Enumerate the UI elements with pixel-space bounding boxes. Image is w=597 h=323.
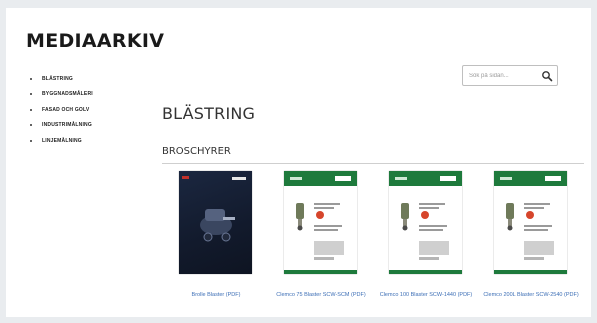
search-input[interactable] — [469, 69, 537, 82]
text-line — [524, 229, 548, 231]
bullet-icon — [30, 108, 32, 111]
badge-icon — [421, 211, 429, 219]
text-line — [419, 225, 447, 227]
blaster-machine-icon — [200, 209, 235, 242]
sidebar-item-industrimalning[interactable]: INDUSTRIMÅLNING — [30, 118, 93, 134]
text-line — [524, 207, 544, 209]
bullet-icon — [30, 124, 32, 127]
bullet-icon — [30, 77, 32, 80]
sidebar-item-label: BYGGNADSMÅLERI — [42, 91, 93, 98]
brochure-link-3[interactable]: Clemco 100 Blaster SCW-1440 (PDF) — [376, 290, 476, 300]
badge-icon — [526, 211, 534, 219]
logo-mark-icon — [232, 177, 246, 180]
brochure-thumbnail-1[interactable] — [179, 171, 252, 274]
sidebar-item-blastring[interactable]: BLÄSTRING — [30, 71, 93, 87]
sidebar-item-byggnadsmaleri[interactable]: BYGGNADSMÅLERI — [30, 87, 93, 103]
text-line — [524, 203, 550, 205]
search-box — [462, 65, 558, 86]
product-image-icon — [506, 203, 514, 231]
spec-footer — [314, 257, 334, 260]
spec-table — [419, 241, 449, 255]
brand-tag-icon — [182, 176, 189, 179]
badge-icon — [316, 211, 324, 219]
text-line — [314, 207, 334, 209]
brochure-header-band — [494, 171, 567, 186]
bullet-icon — [30, 139, 32, 142]
sidebar-item-linjemalning[interactable]: LINJEMÅLNING — [30, 133, 93, 149]
spec-footer — [419, 257, 439, 260]
bullet-icon — [30, 93, 32, 96]
page-container: MEDIAARKIV BLÄSTRING BYGGNADSMÅLERI FASA… — [6, 8, 591, 317]
search-icon[interactable] — [541, 70, 553, 82]
sidebar-nav: BLÄSTRING BYGGNADSMÅLERI FASAD OCH GOLV … — [30, 71, 93, 149]
subsection-title: BROSCHYRER — [162, 146, 231, 157]
brochure-link-4[interactable]: Clemco 200L Blaster SCW-2540 (PDF) — [481, 290, 581, 300]
section-divider — [162, 163, 584, 164]
brochure-link-2[interactable]: Clemco 75 Blaster SCW-SCM (PDF) — [271, 290, 371, 300]
brochure-thumbnail-4[interactable] — [494, 171, 567, 274]
brochure-footer-band — [284, 270, 357, 274]
spec-table — [314, 241, 344, 255]
sidebar-item-label: BLÄSTRING — [42, 75, 73, 82]
product-image-icon — [296, 203, 304, 231]
text-line — [419, 229, 443, 231]
brochure-header-band — [389, 171, 462, 186]
spec-footer — [524, 257, 544, 260]
site-title: MEDIAARKIV — [26, 30, 165, 52]
brochure-header-band — [284, 171, 357, 186]
product-image-icon — [401, 203, 409, 231]
text-line — [314, 229, 338, 231]
brochure-footer-band — [494, 270, 567, 274]
spec-table — [524, 241, 554, 255]
text-line — [524, 225, 552, 227]
brochure-link-1[interactable]: Brolle Blaster (PDF) — [166, 290, 266, 300]
section-title: BLÄSTRING — [162, 104, 256, 123]
sidebar-item-label: INDUSTRIMÅLNING — [42, 122, 92, 129]
sidebar-item-fasad-och-golv[interactable]: FASAD OCH GOLV — [30, 102, 93, 118]
text-line — [419, 207, 439, 209]
text-line — [419, 203, 445, 205]
brochure-thumbnail-3[interactable] — [389, 171, 462, 274]
sidebar-item-label: FASAD OCH GOLV — [42, 106, 90, 113]
text-line — [314, 203, 340, 205]
brochure-footer-band — [389, 270, 462, 274]
sidebar-item-label: LINJEMÅLNING — [42, 137, 82, 144]
brochure-thumbnail-2[interactable] — [284, 171, 357, 274]
text-line — [314, 225, 342, 227]
